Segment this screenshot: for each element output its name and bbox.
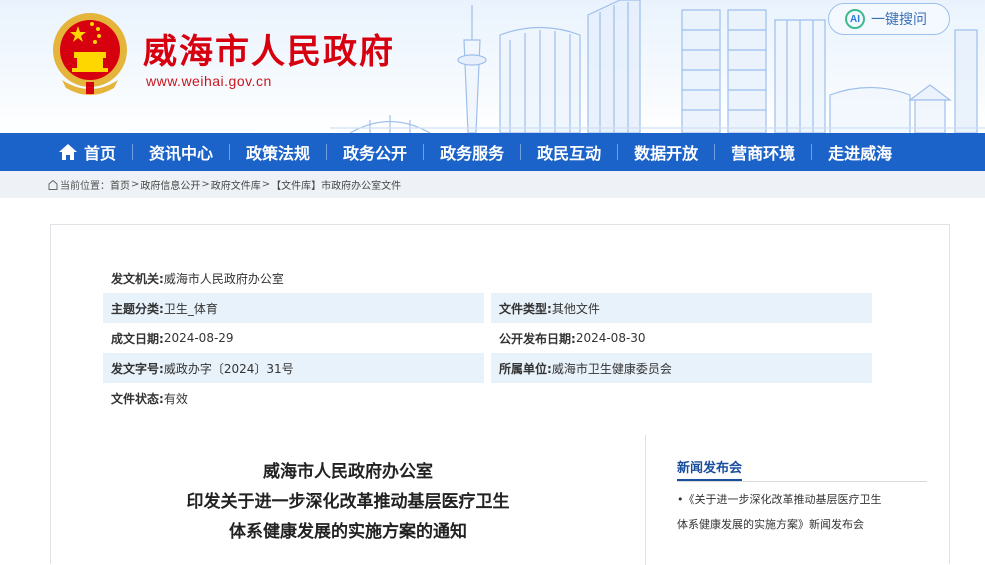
meta-row: 成文日期: 2024-08-29 公开发布日期: 2024-08-30: [103, 323, 873, 353]
press-conference-link-line: 体系健康发展的实施方案》新闻发布会: [677, 518, 864, 531]
breadcrumb-info-open[interactable]: 政府信息公开: [140, 177, 200, 192]
meta-unit: 所属单位: 威海市卫生健康委员会: [491, 353, 872, 383]
meta-key: 发文字号:: [111, 361, 164, 376]
meta-value: 威海市卫生健康委员会: [551, 361, 672, 376]
meta-key: 文件类型:: [499, 301, 552, 316]
nav-item-label: 首页: [84, 144, 117, 163]
nav-divider: [326, 144, 328, 160]
sidebar-divider: [677, 481, 927, 482]
nav-divider: [617, 144, 619, 160]
site-header: 威海市人民政府 www.weihai.gov.cn AI 一键搜问: [0, 0, 985, 133]
breadcrumb-doc-library[interactable]: 政府文件库: [211, 177, 261, 192]
meta-value: 2024-08-30: [575, 331, 646, 345]
national-emblem-icon: [53, 13, 127, 95]
nav-divider: [132, 144, 134, 160]
breadcrumb-home[interactable]: 首页: [110, 177, 130, 192]
breadcrumb-separator: >: [261, 179, 271, 190]
document-title-line: 体系健康发展的实施方案的通知: [229, 522, 467, 542]
ai-search-button[interactable]: AI 一键搜问: [828, 3, 950, 35]
nav-item-about[interactable]: 走进威海: [828, 133, 892, 171]
meta-key: 发文机关:: [111, 271, 164, 286]
nav-divider: [423, 144, 425, 160]
meta-key: 成文日期:: [111, 331, 164, 346]
meta-topic: 主题分类: 卫生_体育: [103, 293, 484, 323]
nav-item-gov-service[interactable]: 政务服务: [440, 133, 504, 171]
meta-value: 有效: [163, 391, 188, 406]
nav-item-interaction[interactable]: 政民互动: [537, 133, 601, 171]
meta-row: 主题分类: 卫生_体育 文件类型: 其他文件: [103, 293, 873, 323]
nav-item-policy[interactable]: 政策法规: [246, 133, 310, 171]
nav-item-gov-open[interactable]: 政务公开: [343, 133, 407, 171]
nav-divider: [714, 144, 716, 160]
document-title-line: 威海市人民政府办公室: [263, 462, 433, 482]
nav-item-open-data[interactable]: 数据开放: [634, 133, 698, 171]
document-title: 威海市人民政府办公室 印发关于进一步深化改革推动基层医疗卫生 体系健康发展的实施…: [51, 457, 645, 547]
main-nav: 首页 资讯中心 政策法规 政务公开 政务服务 政民互动 数据开放 营商环境 走进…: [0, 133, 985, 171]
meta-key: 所属单位:: [499, 361, 552, 376]
nav-item-business[interactable]: 营商环境: [731, 133, 795, 171]
breadcrumb-prefix: 当前位置：: [60, 181, 110, 192]
document-panel: 发文机关: 威海市人民政府办公室 主题分类: 卫生_体育 文件类型: 其他文件 …: [50, 224, 950, 565]
meta-doctype: 文件类型: 其他文件: [491, 293, 872, 323]
press-conference-link[interactable]: •《关于进一步深化改革推动基层医疗卫生 体系健康发展的实施方案》新闻发布会: [677, 487, 927, 537]
meta-date: 成文日期: 2024-08-29: [103, 323, 484, 353]
site-url[interactable]: www.weihai.gov.cn: [146, 73, 272, 89]
meta-value: 2024-08-29: [163, 331, 234, 345]
breadcrumb-current[interactable]: 【文件库】市政府办公室文件: [271, 177, 401, 192]
site-title[interactable]: 威海市人民政府: [143, 24, 395, 73]
meta-issuer: 发文机关: 威海市人民政府办公室: [103, 263, 484, 293]
meta-docno: 发文字号: 威政办字〔2024〕31号: [103, 353, 484, 383]
meta-status: 文件状态: 有效: [103, 383, 484, 413]
meta-value: 威海市人民政府办公室: [163, 271, 284, 286]
meta-pubdate: 公开发布日期: 2024-08-30: [491, 323, 872, 353]
nav-divider: [229, 144, 231, 160]
nav-divider: [520, 144, 522, 160]
nav-item-home[interactable]: 首页: [58, 133, 116, 171]
meta-value: 其他文件: [551, 301, 600, 316]
meta-row: 文件状态: 有效: [103, 383, 873, 413]
meta-key: 文件状态:: [111, 391, 164, 406]
sidebar-title: 新闻发布会: [677, 457, 743, 481]
document-meta-table: 发文机关: 威海市人民政府办公室 主题分类: 卫生_体育 文件类型: 其他文件 …: [103, 263, 873, 413]
meta-row: 发文字号: 威政办字〔2024〕31号 所属单位: 威海市卫生健康委员会: [103, 353, 873, 383]
press-conference-sidebar: 新闻发布会 •《关于进一步深化改革推动基层医疗卫生 体系健康发展的实施方案》新闻…: [677, 457, 927, 537]
meta-row: 发文机关: 威海市人民政府办公室: [103, 263, 873, 293]
meta-key: 主题分类:: [111, 301, 164, 316]
press-conference-link-line: •《关于进一步深化改革推动基层医疗卫生: [677, 493, 882, 506]
meta-key: 公开发布日期:: [499, 331, 576, 346]
nav-divider: [811, 144, 813, 160]
breadcrumb: 当前位置： 首页 > 政府信息公开 > 政府文件库 > 【文件库】市政府办公室文…: [0, 171, 985, 198]
location-icon: [48, 179, 58, 190]
breadcrumb-separator: >: [131, 179, 140, 190]
document-title-line: 印发关于进一步深化改革推动基层医疗卫生: [186, 492, 510, 512]
nav-item-news[interactable]: 资讯中心: [149, 133, 213, 171]
column-divider: [645, 435, 646, 565]
ai-search-label: 一键搜问: [871, 12, 927, 28]
breadcrumb-separator: >: [201, 179, 210, 190]
ai-icon: AI: [845, 9, 865, 29]
home-icon: [59, 144, 77, 160]
meta-value: 威政办字〔2024〕31号: [163, 361, 294, 376]
meta-value: 卫生_体育: [163, 301, 218, 316]
